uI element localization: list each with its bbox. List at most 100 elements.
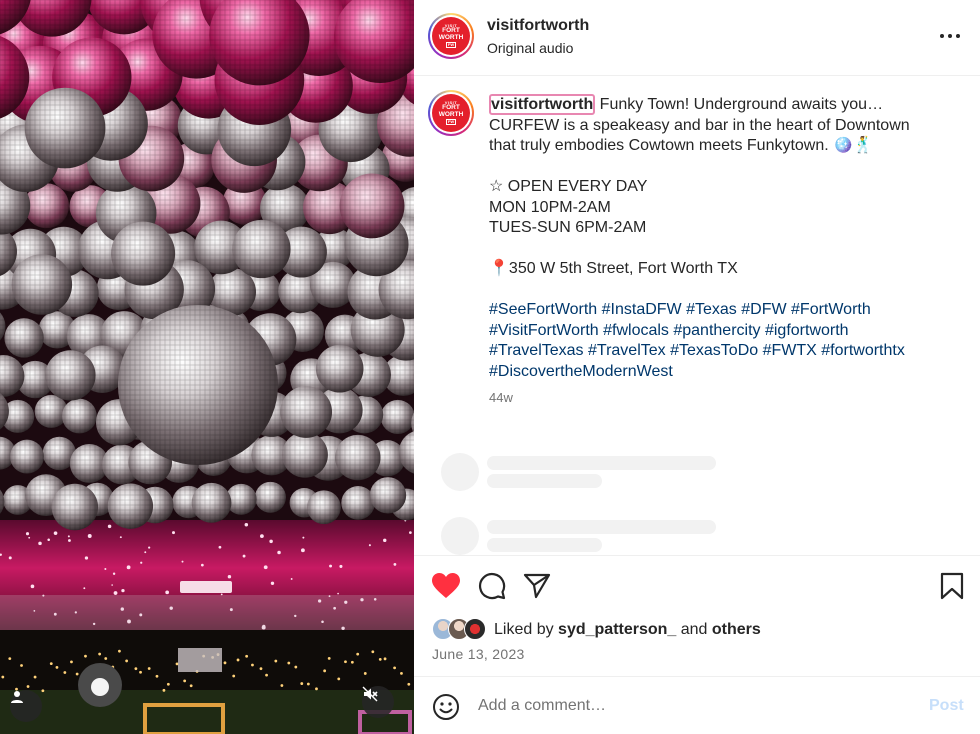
light-speck — [47, 538, 50, 541]
comment-icon — [478, 572, 506, 600]
disco-ball-tiles — [254, 481, 286, 513]
string-light — [344, 660, 347, 664]
user-tag-button[interactable] — [10, 690, 42, 722]
emoji-button[interactable] — [432, 693, 460, 721]
light-speck — [300, 548, 305, 553]
string-light — [294, 665, 298, 669]
light-speck — [260, 534, 264, 538]
string-light — [125, 659, 129, 663]
string-light — [134, 667, 138, 671]
disco-ball-tiles — [45, 350, 96, 401]
user-tag-icon — [11, 691, 23, 703]
light-speck — [270, 581, 275, 586]
caption-line: TUES-SUN 6PM-2AM — [489, 219, 647, 236]
liker-avatars[interactable] — [432, 618, 490, 642]
disco-ball-tiles — [335, 434, 381, 481]
disco-ball-tiles — [369, 477, 407, 514]
comment-input[interactable] — [478, 693, 898, 719]
post-caption: visitfortworth Funky Town! Underground a… — [489, 94, 949, 383]
hashtag-line[interactable]: #TravelTexas #TravelTex #TexasToDo #FWTX… — [489, 341, 949, 362]
post-media[interactable] — [0, 0, 414, 734]
audio-link[interactable]: Original audio — [487, 40, 573, 56]
more-horizontal-icon — [940, 34, 960, 38]
comment-skeleton-avatar — [441, 517, 479, 555]
light-speck — [38, 541, 42, 546]
string-light — [118, 649, 121, 653]
light-speck — [67, 535, 70, 538]
disco-ball-tiles — [24, 87, 106, 169]
light-speck — [181, 560, 184, 563]
disco-ball-tiles — [339, 173, 405, 239]
caption-line: ☆ OPEN EVERY DAY — [489, 178, 648, 195]
light-speck — [269, 539, 273, 544]
disco-ball-tiles — [4, 318, 44, 358]
comment-skeleton-line — [487, 456, 716, 470]
post-comment-button[interactable]: Post — [929, 697, 964, 715]
disco-ball-tiles — [280, 386, 333, 438]
light-speck — [242, 554, 246, 558]
caption-line: CURFEW is a speakeasy and bar in the hea… — [489, 116, 910, 134]
string-light — [70, 660, 73, 664]
liker-username-link[interactable]: syd_patterson_ — [558, 621, 676, 638]
string-light — [400, 671, 403, 675]
light-speck — [337, 592, 339, 595]
light-speck — [107, 524, 112, 529]
disco-ball-tiles — [380, 399, 414, 435]
caption-username-link[interactable]: visitfortworth — [489, 94, 596, 115]
light-speck — [87, 534, 92, 538]
string-light — [383, 657, 387, 661]
others-link[interactable]: others — [712, 621, 761, 638]
hashtag-line[interactable]: #DiscovertheModernWest — [489, 362, 949, 383]
string-light — [41, 689, 45, 693]
string-light — [155, 674, 159, 678]
string-light — [183, 679, 187, 683]
light-speck — [409, 531, 412, 534]
comment-skeleton-line — [487, 474, 602, 488]
hashtag-line[interactable]: #VisitFortWorth #fwlocals #panthercity #… — [489, 321, 949, 342]
light-speck — [8, 556, 12, 560]
string-light — [350, 660, 354, 664]
light-speck — [25, 532, 30, 536]
comment-button[interactable] — [477, 571, 507, 601]
send-icon — [523, 573, 551, 599]
light-speck — [68, 539, 71, 542]
header-username-link[interactable]: visitfortworth — [487, 17, 589, 35]
disco-ball-tiles — [341, 486, 375, 520]
string-light — [337, 677, 341, 681]
hashtag-line[interactable]: #SeeFortWorth #InstaDFW #Texas #DFW #For… — [489, 300, 949, 321]
volume-muted-icon — [362, 686, 378, 702]
disco-ball-tiles — [282, 431, 328, 478]
string-light — [104, 657, 108, 660]
light-speck — [172, 531, 175, 535]
comment-skeleton-line — [487, 520, 716, 534]
light-speck — [277, 550, 281, 555]
disco-ball-tiles — [61, 398, 97, 434]
disco-ball-photo — [0, 0, 414, 734]
light-speck — [113, 591, 118, 595]
caption-timestamp[interactable]: 44w — [489, 390, 513, 405]
avatar[interactable]: VISIT FORT WORTH FW — [428, 13, 474, 59]
more-options-button[interactable] — [936, 26, 964, 46]
string-light — [33, 675, 37, 679]
caption-avatar[interactable]: VISIT FORT WORTH FW — [428, 90, 474, 136]
share-button[interactable] — [522, 571, 552, 601]
disco-ball-tiles — [51, 483, 99, 531]
visit-fort-worth-logo: VISIT FORT WORTH FW — [432, 94, 470, 132]
string-light — [84, 654, 87, 658]
save-button[interactable] — [937, 571, 967, 601]
string-light — [274, 659, 278, 663]
post-date[interactable]: June 13, 2023 — [432, 646, 525, 662]
like-button[interactable] — [431, 571, 461, 601]
light-speck — [140, 561, 143, 564]
mute-button[interactable] — [362, 686, 394, 718]
light-speck — [200, 563, 204, 567]
disco-ball-tiles — [232, 219, 291, 279]
light-speck — [218, 545, 222, 549]
light-speck — [263, 565, 268, 570]
light-speck — [84, 556, 89, 560]
string-light — [371, 650, 375, 654]
light-speck — [144, 551, 147, 554]
likes-summary[interactable]: Liked by syd_patterson_ and others — [494, 621, 761, 639]
string-light — [378, 658, 382, 661]
string-light — [356, 652, 360, 656]
